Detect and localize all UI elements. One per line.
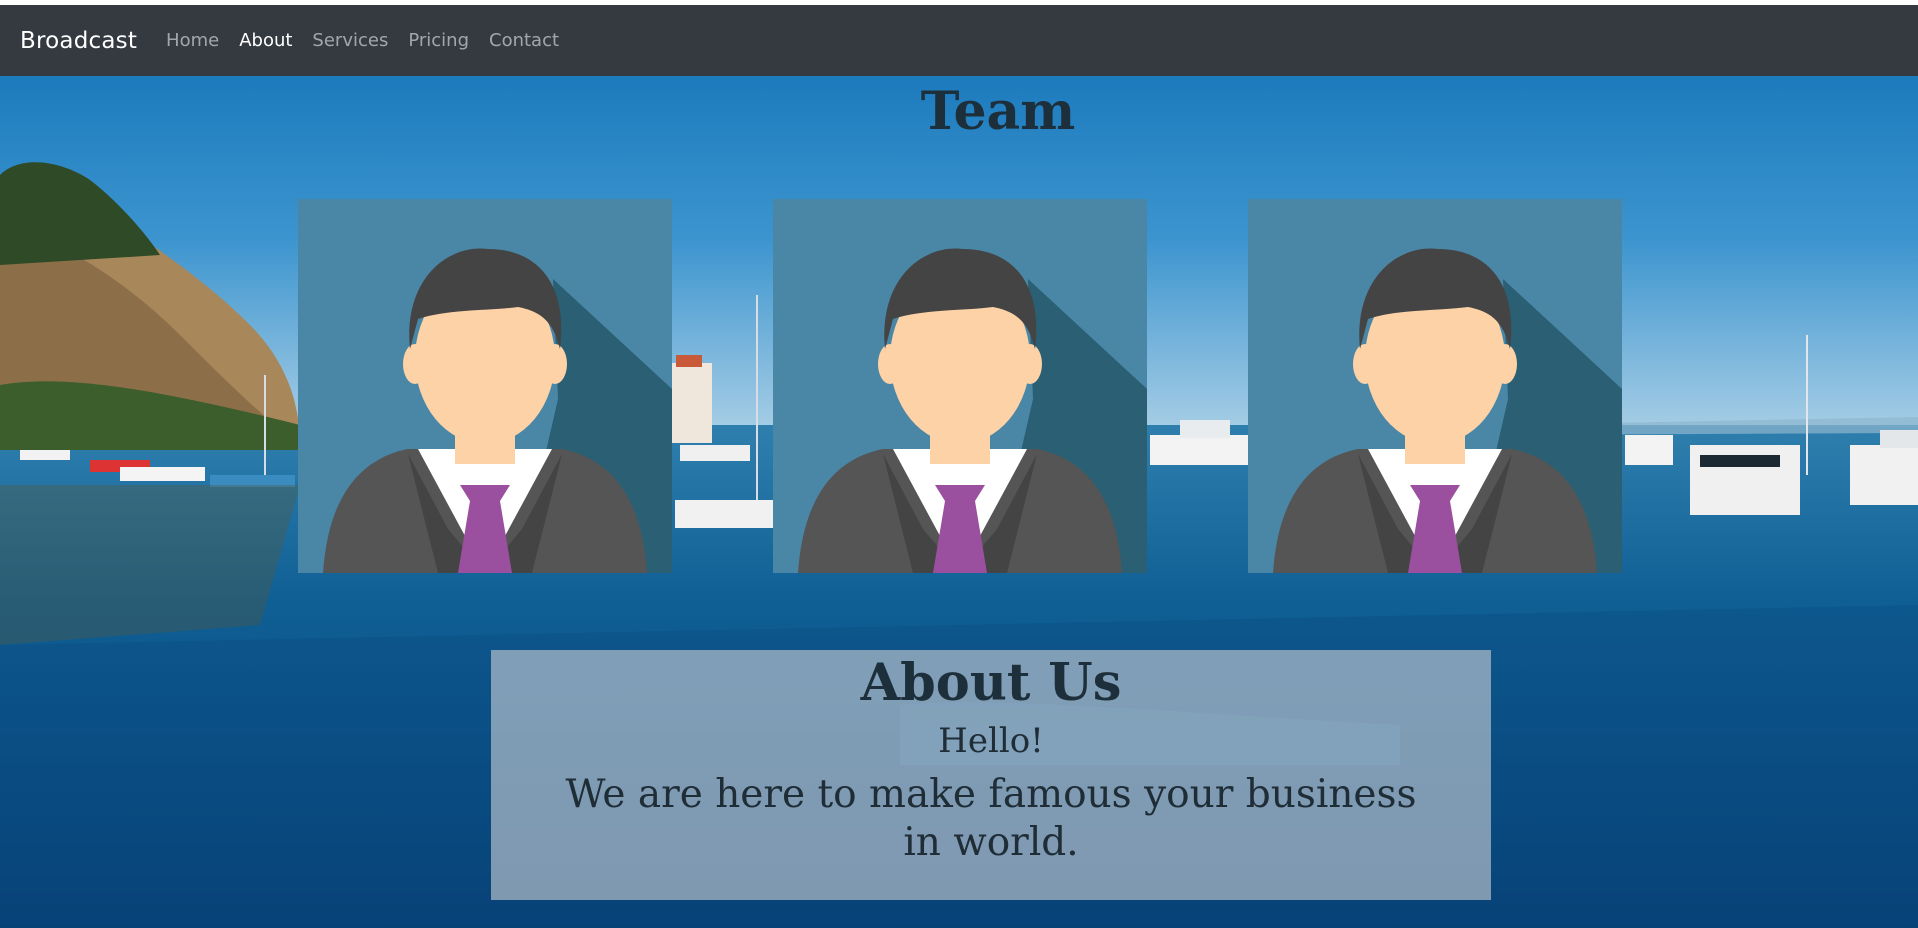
team-member-avatar bbox=[298, 199, 672, 573]
brand-logo[interactable]: Broadcast bbox=[20, 28, 137, 54]
nav-link-about[interactable]: About bbox=[239, 30, 292, 51]
about-us-heading: About Us bbox=[860, 653, 1122, 713]
about-us-panel: About Us Hello! We are here to make famo… bbox=[491, 650, 1491, 900]
nav-link-contact[interactable]: Contact bbox=[489, 30, 559, 51]
about-description: We are here to make famous your business… bbox=[565, 772, 1417, 865]
top-navbar: Broadcast Home About Services Pricing Co… bbox=[0, 5, 1918, 76]
businessman-avatar-icon bbox=[298, 199, 672, 573]
nav-link-services[interactable]: Services bbox=[312, 30, 388, 51]
team-member-avatar bbox=[773, 199, 1147, 573]
team-member-avatar bbox=[1248, 199, 1622, 573]
businessman-avatar-icon bbox=[1248, 199, 1622, 573]
team-heading: Team bbox=[920, 81, 1076, 142]
about-greeting: Hello! bbox=[938, 721, 1044, 761]
nav-link-home[interactable]: Home bbox=[166, 30, 219, 51]
businessman-avatar-icon bbox=[773, 199, 1147, 573]
nav-link-pricing[interactable]: Pricing bbox=[408, 30, 469, 51]
